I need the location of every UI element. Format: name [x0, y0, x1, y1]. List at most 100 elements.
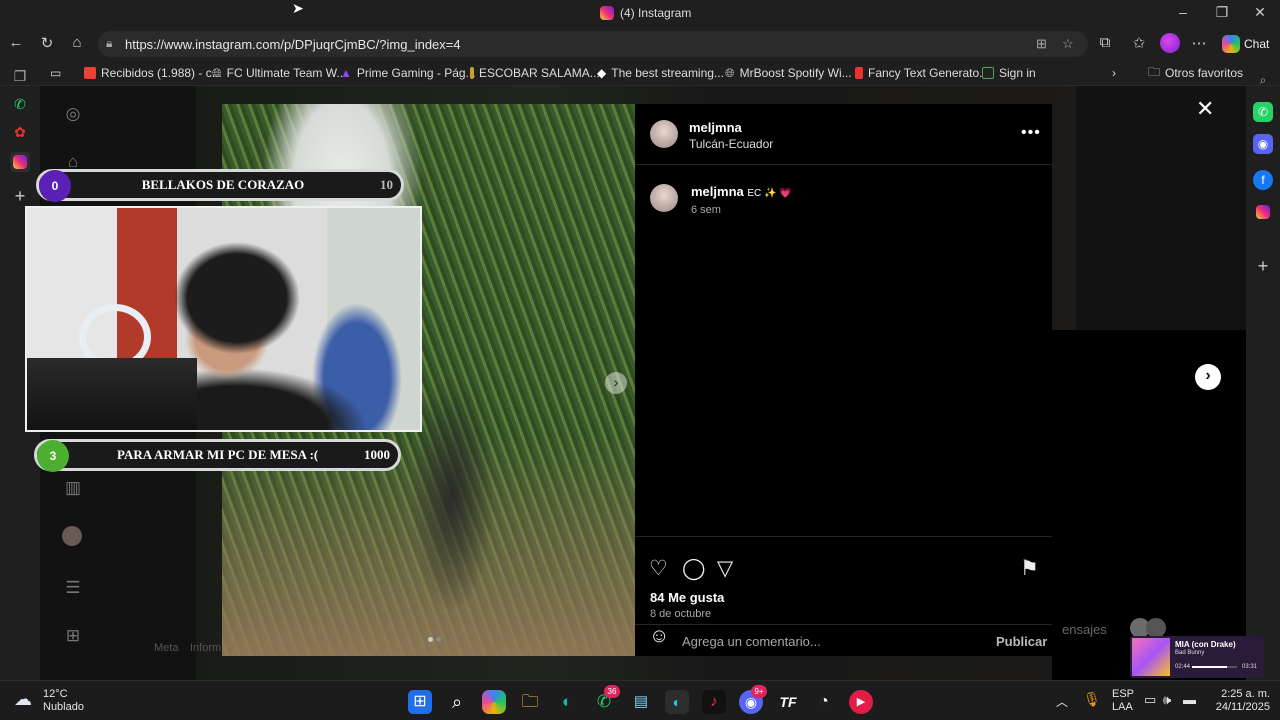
tray-chevron-icon[interactable]: ︿: [1056, 693, 1068, 710]
apps-grid-icon[interactable]: ⊞: [62, 626, 84, 648]
microphone-icon[interactable]: 🎙︎: [1083, 691, 1101, 708]
tab-actions-icon[interactable]: ❐: [10, 68, 30, 88]
new-tab-plus-icon[interactable]: +: [10, 186, 30, 206]
bookmark-prime-gaming[interactable]: ▲ Prime Gaming - Pág...: [340, 65, 476, 81]
add-sidebar-app-icon[interactable]: +: [1253, 256, 1273, 276]
author-username[interactable]: meljmna: [689, 120, 742, 135]
bookmark-gmail[interactable]: Recibidos (1.988) - c...: [84, 65, 222, 81]
instagram-sidebar-icon[interactable]: [1253, 202, 1273, 222]
minimize-button[interactable]: –: [1168, 4, 1198, 24]
author-avatar[interactable]: [650, 120, 678, 148]
edge-browser-icon[interactable]: ◐: [555, 690, 579, 714]
copilot-label: Chat: [1244, 37, 1270, 51]
more-menu-icon[interactable]: ⋯: [1188, 34, 1210, 54]
bookmark-fc-ultimate[interactable]: 🌐︎ FC Ultimate Team W...: [212, 65, 346, 81]
home-button[interactable]: ⌂: [66, 34, 88, 54]
discord-sidebar-icon[interactable]: ◉: [1253, 134, 1273, 154]
language-line2[interactable]: LAA: [1112, 701, 1133, 713]
whatsapp-icon[interactable]: ✆ 36: [592, 685, 620, 714]
other-favorites-folder[interactable]: 🗀 Otros favoritos: [1148, 65, 1243, 81]
windows-start-icon[interactable]: ⊞: [408, 690, 432, 714]
next-post-chevron-icon[interactable]: ›: [1195, 364, 1221, 390]
url-text[interactable]: https://www.instagram.com/p/DPjuqrCjmBC/…: [125, 37, 461, 52]
text-fx-icon[interactable]: TF: [776, 690, 800, 714]
now-playing-widget[interactable]: MIA (con Drake) Bad Bunny 02:44 03:31: [1130, 636, 1264, 678]
image-next-chevron-icon[interactable]: ›: [605, 372, 627, 394]
notepad-icon[interactable]: ▤: [629, 690, 653, 714]
search-icon[interactable]: ⌕: [445, 690, 469, 714]
bookmarks-bar: ▭ Recibidos (1.988) - c... 🌐︎ FC Ultimate…: [0, 60, 1280, 86]
publish-button[interactable]: Publicar: [996, 634, 1047, 649]
clock-date[interactable]: 24/11/2025: [1212, 701, 1270, 713]
copilot-chat-button[interactable]: Chat: [1222, 32, 1276, 56]
weather-temp[interactable]: 12°C: [43, 688, 68, 700]
emoji-picker-icon[interactable]: ☺: [649, 625, 669, 648]
footer-meta-link[interactable]: Meta: [154, 642, 178, 654]
post-options-icon[interactable]: •••: [1021, 124, 1041, 142]
bookmark-fancy-text[interactable]: Fancy Text Generato...: [855, 65, 989, 81]
more-menu-icon[interactable]: ☰: [62, 578, 84, 600]
restore-button[interactable]: ❐: [1207, 4, 1237, 24]
instagram-icon: [600, 6, 614, 20]
divider: [635, 536, 1052, 537]
extensions-icon[interactable]: ⧉: [1094, 34, 1116, 54]
footer-info-link[interactable]: Inform: [190, 642, 221, 654]
bookmark-sign-in[interactable]: Sign in: [982, 65, 1036, 81]
network-icon[interactable]: ▭: [1144, 692, 1156, 708]
back-button[interactable]: ←: [5, 34, 27, 54]
favorite-star-icon[interactable]: ☆: [1062, 36, 1074, 52]
comment-input[interactable]: Agrega un comentario...: [682, 634, 982, 652]
bookmark-streaming[interactable]: ◆ The best streaming...: [597, 65, 724, 81]
weather-desc[interactable]: Nublado: [43, 701, 84, 713]
goal2-target: 1000: [364, 447, 390, 462]
tab-icon[interactable]: ✿: [10, 124, 30, 144]
close-modal-icon[interactable]: ✕: [1196, 96, 1214, 122]
goal-bar-1: 0 BELLAKOS DE CORAZAO 10: [36, 169, 404, 202]
app-available-icon[interactable]: ⊞: [1036, 36, 1047, 52]
battery-icon[interactable]: ▬: [1183, 692, 1196, 707]
globe-icon: 🌐︎: [212, 65, 222, 80]
close-window-button[interactable]: ✕: [1245, 4, 1275, 24]
favorites-icon[interactable]: ✩: [1128, 34, 1150, 54]
bookmark-mrboost[interactable]: 🌐︎ MrBoost Spotify Wi...: [725, 65, 852, 81]
copilot-icon: [1222, 35, 1240, 53]
whatsapp-tab-icon[interactable]: ✆: [10, 96, 30, 116]
reload-button[interactable]: ↻: [36, 34, 58, 54]
cloud-weather-icon[interactable]: ☁: [14, 689, 32, 710]
post-location[interactable]: Tulcán-Ecuador: [689, 137, 773, 151]
share-paper-plane-icon[interactable]: ▽: [717, 556, 733, 581]
song-elapsed: 02:44: [1175, 664, 1191, 670]
caption-avatar[interactable]: [650, 184, 678, 212]
instagram-logo-icon[interactable]: ◎: [62, 104, 84, 126]
site-info-icon[interactable]: 🔒︎: [106, 36, 112, 51]
whatsapp-badge: 36: [604, 685, 620, 698]
media-player-icon[interactable]: ▶: [849, 690, 873, 714]
insights-icon[interactable]: ▥: [62, 478, 84, 500]
edge-active-icon[interactable]: ◐: [665, 690, 689, 714]
instagram-tab-icon[interactable]: [10, 152, 30, 172]
obs-icon[interactable]: ◔: [812, 690, 836, 714]
caption-text: EC ✨ 💗: [747, 188, 792, 199]
profile-avatar[interactable]: [1160, 33, 1180, 53]
tiktok-icon[interactable]: ♪: [702, 690, 726, 714]
like-heart-icon[interactable]: ♡: [649, 556, 668, 581]
bookmark-menu-icon[interactable]: ▭: [50, 65, 61, 81]
address-bar[interactable]: 🔒︎ https://www.instagram.com/p/DPjuqrCjm…: [98, 31, 1088, 57]
file-explorer-icon[interactable]: 🗀: [518, 690, 542, 714]
copilot-icon[interactable]: [482, 690, 506, 714]
comment-bubble-icon[interactable]: ◯: [682, 556, 706, 581]
clock-time[interactable]: 2:25 a. m.: [1214, 688, 1270, 700]
likes-count[interactable]: 84 Me gusta: [650, 590, 724, 605]
bookmarks-overflow-chevron-icon[interactable]: ›: [1112, 65, 1116, 81]
volume-icon[interactable]: 🕪︎: [1163, 692, 1171, 708]
bookmark-escobar[interactable]: ESCOBAR SALAMA...: [470, 65, 600, 81]
discord-icon[interactable]: ◉ 9+: [739, 685, 767, 714]
search-icon[interactable]: ⌕: [1253, 70, 1273, 90]
save-bookmark-icon[interactable]: ⚑: [1020, 556, 1039, 581]
profile-avatar-nav[interactable]: [62, 526, 82, 546]
whatsapp-sidebar-icon[interactable]: ✆: [1253, 102, 1273, 122]
caption-username[interactable]: meljmna: [691, 184, 744, 199]
diamond-icon: ◆: [597, 66, 607, 80]
facebook-sidebar-icon[interactable]: f: [1253, 170, 1273, 190]
language-line1[interactable]: ESP: [1112, 688, 1134, 700]
